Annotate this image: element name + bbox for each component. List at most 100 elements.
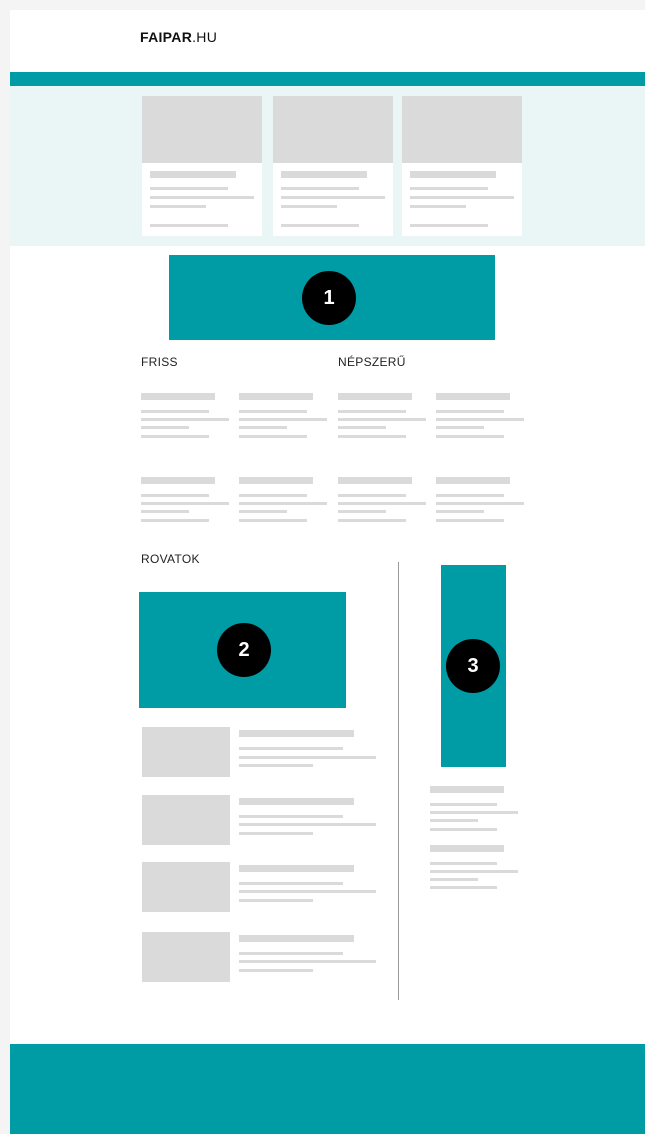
article-line	[239, 494, 307, 497]
article-line	[436, 435, 504, 438]
section-title-rovatok: ROVATOK	[141, 552, 200, 566]
list-item-line	[239, 764, 313, 767]
sidebar-article-line	[430, 811, 518, 814]
article-line	[141, 410, 209, 413]
card-line	[281, 205, 337, 208]
logo-bold: FAIPAR	[140, 29, 193, 45]
section-title-friss: FRISS	[141, 355, 178, 369]
article-line	[436, 418, 524, 421]
article-line	[338, 494, 406, 497]
card-line	[150, 187, 228, 190]
sidebar-article-line	[430, 828, 497, 831]
article-line	[436, 502, 524, 505]
page: FAIPAR.HU 1 FRISS NÉPSZERŰ ROVATOK 2 3	[10, 10, 645, 1134]
card-image	[142, 96, 262, 163]
sidebar-article-line	[430, 819, 478, 822]
card-image	[402, 96, 522, 163]
ad-number-badge: 3	[446, 639, 500, 693]
article-line	[141, 519, 209, 522]
article-line	[239, 519, 307, 522]
list-item-thumbnail[interactable]	[142, 795, 230, 845]
card-line	[410, 224, 488, 227]
list-item-title[interactable]	[239, 935, 354, 942]
sidebar-article-line	[430, 803, 497, 806]
article-line	[436, 426, 484, 429]
card-line	[281, 224, 359, 227]
nav-bar	[10, 72, 645, 86]
article-title[interactable]	[338, 393, 412, 400]
article-title[interactable]	[239, 393, 313, 400]
article-line	[338, 510, 386, 513]
article-line	[141, 510, 189, 513]
article-line	[239, 426, 287, 429]
card-image	[273, 96, 393, 163]
card-line	[410, 196, 514, 199]
ad-banner-1[interactable]: 1	[169, 255, 495, 340]
logo-rest: .HU	[192, 29, 218, 45]
featured-section	[10, 86, 645, 246]
article-title[interactable]	[141, 393, 215, 400]
article-line	[239, 435, 307, 438]
column-divider	[398, 562, 399, 1000]
list-item-line	[239, 890, 376, 893]
article-line	[338, 435, 406, 438]
article-title[interactable]	[239, 477, 313, 484]
card-line	[150, 196, 254, 199]
article-title[interactable]	[436, 477, 510, 484]
card-line	[281, 187, 359, 190]
list-item-title[interactable]	[239, 798, 354, 805]
card-title	[150, 171, 236, 178]
list-item-line	[239, 960, 376, 963]
article-line	[338, 418, 426, 421]
card-line	[281, 196, 385, 199]
card-title	[410, 171, 496, 178]
article-line	[141, 494, 209, 497]
sidebar-article-line	[430, 870, 518, 873]
list-item-line	[239, 756, 376, 759]
card-line	[410, 205, 466, 208]
list-item-title[interactable]	[239, 730, 354, 737]
sidebar-article-title[interactable]	[430, 845, 504, 852]
card-title	[281, 171, 367, 178]
article-line	[239, 418, 327, 421]
featured-card[interactable]	[402, 96, 522, 236]
ad-banner-3[interactable]: 3	[441, 565, 506, 767]
article-title[interactable]	[338, 477, 412, 484]
card-line	[410, 187, 488, 190]
ad-banner-2[interactable]: 2	[139, 592, 346, 708]
article-title[interactable]	[436, 393, 510, 400]
list-item-line	[239, 952, 343, 955]
sidebar-article-line	[430, 862, 497, 865]
list-item-line	[239, 832, 313, 835]
article-line	[141, 418, 229, 421]
article-line	[141, 502, 229, 505]
list-item-line	[239, 823, 376, 826]
list-item-line	[239, 815, 343, 818]
featured-card[interactable]	[142, 96, 262, 236]
article-line	[338, 426, 386, 429]
list-item-thumbnail[interactable]	[142, 932, 230, 982]
list-item-thumbnail[interactable]	[142, 727, 230, 777]
featured-card[interactable]	[273, 96, 393, 236]
sidebar-article-line	[430, 886, 497, 889]
card-line	[150, 224, 228, 227]
list-item-line	[239, 899, 313, 902]
site-logo[interactable]: FAIPAR.HU	[140, 29, 217, 45]
article-line	[239, 410, 307, 413]
list-item-line	[239, 882, 343, 885]
article-line	[239, 510, 287, 513]
article-line	[338, 410, 406, 413]
list-item-line	[239, 969, 313, 972]
article-line	[239, 502, 327, 505]
list-item-thumbnail[interactable]	[142, 862, 230, 912]
article-line	[141, 435, 209, 438]
article-line	[436, 519, 504, 522]
article-title[interactable]	[141, 477, 215, 484]
footer	[10, 1044, 645, 1134]
article-line	[436, 410, 504, 413]
ad-number-badge: 1	[302, 271, 356, 325]
list-item-line	[239, 747, 343, 750]
list-item-title[interactable]	[239, 865, 354, 872]
sidebar-article-title[interactable]	[430, 786, 504, 793]
article-line	[338, 502, 426, 505]
